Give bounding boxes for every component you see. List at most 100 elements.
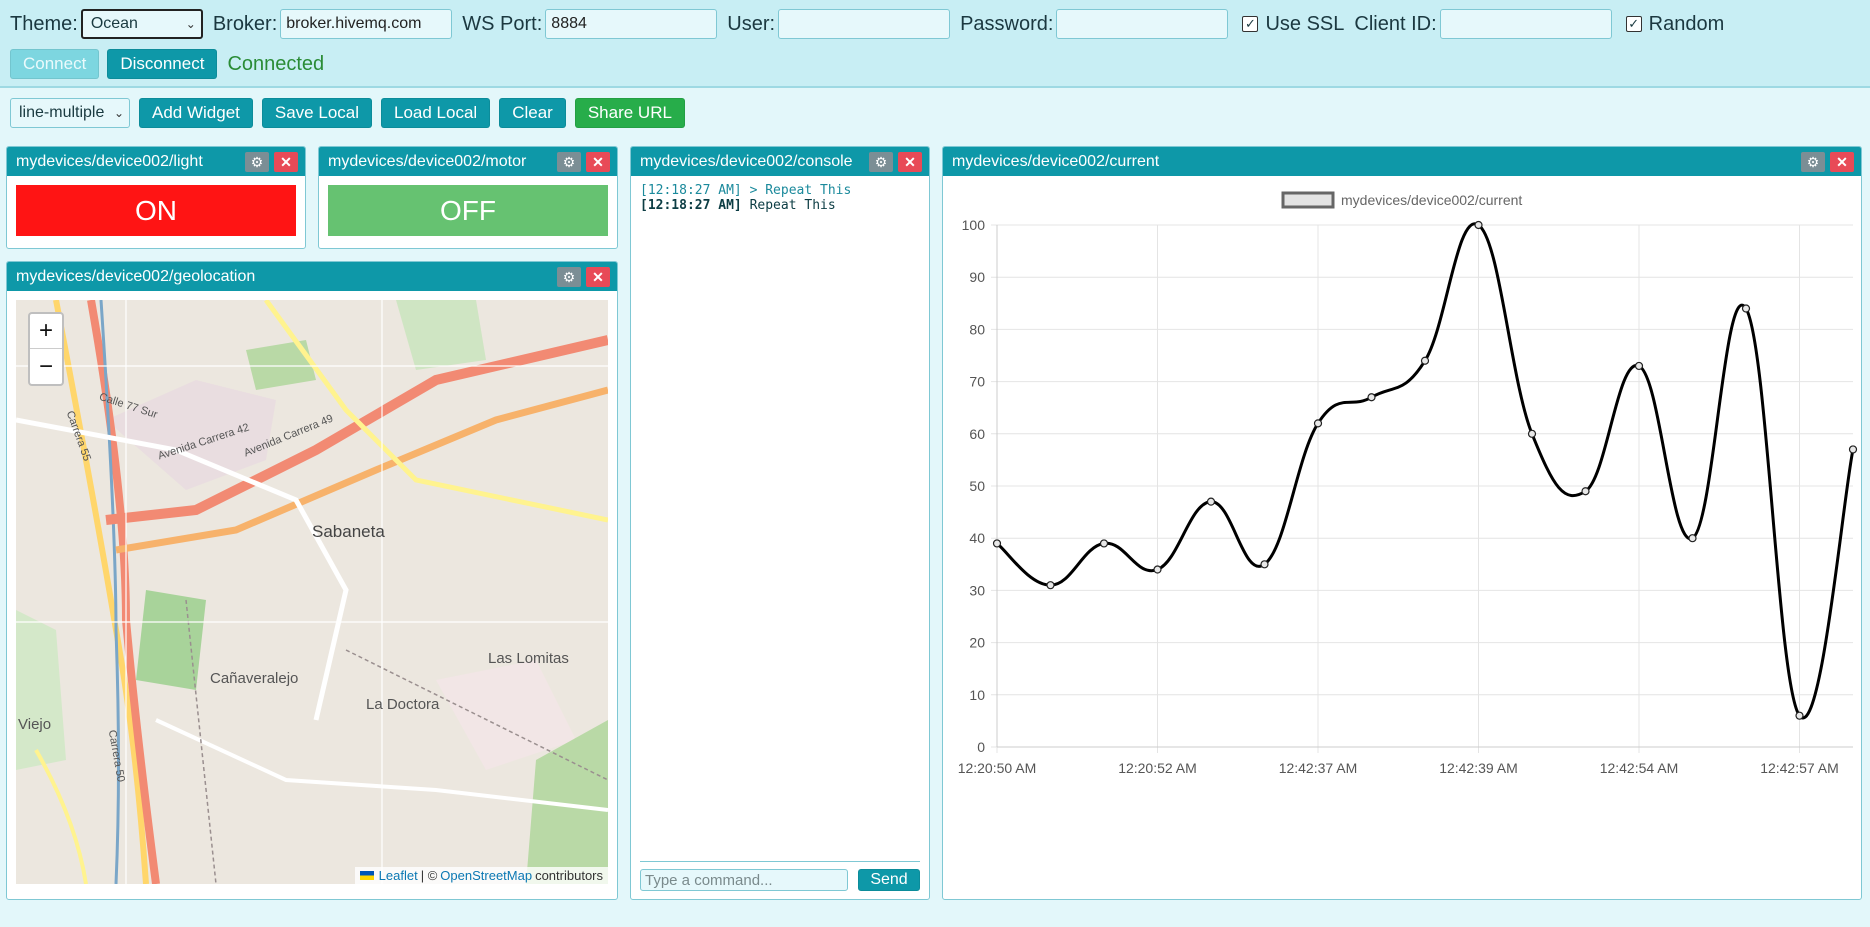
light-widget: mydevices/device002/light ⚙ ✕ ON — [6, 146, 306, 249]
console-line-time: [12:18:27 AM] — [640, 198, 742, 213]
disconnect-button[interactable]: Disconnect — [107, 49, 218, 79]
console-line: [12:18:27 AM] > Repeat This — [640, 183, 920, 198]
light-toggle-button[interactable]: ON — [16, 185, 296, 236]
random-checkbox[interactable]: ✓ — [1625, 16, 1642, 32]
map-zoom-control: + − — [28, 312, 64, 386]
gear-icon[interactable]: ⚙ — [245, 152, 269, 172]
close-icon[interactable]: ✕ — [274, 152, 298, 172]
y-tick-label: 80 — [969, 321, 985, 337]
broker-label: Broker: — [212, 12, 278, 35]
map-tiles — [16, 300, 608, 884]
ws-port-label: WS Port: — [462, 12, 543, 35]
y-tick-label: 70 — [969, 374, 985, 390]
console-line: [12:18:27 AM] Repeat This — [640, 198, 920, 213]
console-widget-header: mydevices/device002/console ⚙ ✕ — [631, 147, 929, 176]
data-point — [1741, 304, 1751, 313]
use-ssl-label: Use SSL — [1265, 12, 1345, 35]
map-label-canaveralejo: Cañaveralejo — [210, 670, 299, 687]
console-divider — [640, 861, 920, 862]
motor-widget-actions: ⚙ ✕ — [557, 152, 610, 172]
attribution-contributors: contributors — [535, 868, 603, 883]
client-id-input[interactable] — [1439, 9, 1612, 39]
data-point — [1527, 429, 1537, 438]
y-tick-label: 50 — [969, 478, 985, 494]
close-icon[interactable]: ✕ — [1830, 152, 1854, 172]
legend-label: mydevices/device002/current — [1341, 192, 1522, 208]
data-point — [1313, 419, 1323, 428]
map-attribution: Leaflet | © OpenStreetMap contributors — [354, 867, 608, 884]
current-widget-title: mydevices/device002/current — [952, 152, 1160, 170]
data-point — [992, 539, 1002, 548]
line-chart: 0 10 20 30 40 50 60 70 80 90 100 12:20:50 AM 12:20:5… — [958, 191, 1858, 776]
map-label-viejo: Viejo — [18, 716, 52, 733]
geolocation-widget-actions: ⚙ ✕ — [557, 267, 610, 287]
map-label-las-lomitas: Las Lomitas — [488, 650, 569, 667]
send-button[interactable]: Send — [858, 869, 920, 891]
console-log: [12:18:27 AM] > Repeat This [12:18:27 AM… — [640, 183, 920, 213]
series-line — [996, 222, 1855, 720]
connect-button[interactable]: Connect — [10, 49, 100, 79]
data-point — [1688, 534, 1697, 543]
y-tick-label: 60 — [969, 426, 985, 442]
x-tick-label: 12:20:50 AM — [958, 760, 1037, 776]
share-url-button[interactable]: Share URL — [574, 98, 685, 128]
add-widget-button[interactable]: Add Widget — [139, 98, 253, 128]
geolocation-widget-header: mydevices/device002/geolocation ⚙ ✕ — [7, 262, 617, 291]
password-input[interactable] — [1056, 9, 1229, 39]
theme-select[interactable]: Ocean ⌄ — [80, 9, 203, 39]
y-tick-label: 10 — [969, 687, 985, 703]
close-icon[interactable]: ✕ — [898, 152, 922, 172]
gear-icon[interactable]: ⚙ — [557, 152, 581, 172]
use-ssl-checkbox[interactable]: ✓ — [1242, 16, 1259, 32]
widget-type-value: line-multiple — [19, 104, 105, 121]
data-point — [1420, 356, 1430, 365]
data-point — [1206, 497, 1216, 506]
geolocation-widget-title: mydevices/device002/geolocation — [16, 267, 256, 285]
geolocation-widget: mydevices/device002/geolocation ⚙ ✕ Saba… — [6, 261, 618, 900]
connect-row: Connect Disconnect Connected — [10, 49, 324, 79]
map-label-la-doctora: La Doctora — [366, 696, 440, 713]
random-label: Random — [1648, 12, 1725, 35]
dashboard-toolbar: line-multiple ⌄ Add Widget Save Local Lo… — [10, 98, 685, 128]
clear-button[interactable]: Clear — [499, 98, 566, 128]
broker-input[interactable]: broker.hivemq.com — [280, 9, 453, 39]
console-line-text: Repeat This — [749, 198, 836, 213]
console-line-time: [12:18:27 AM] — [640, 183, 742, 198]
data-point — [1367, 393, 1376, 402]
data-point — [1099, 539, 1109, 548]
gear-icon[interactable]: ⚙ — [869, 152, 893, 172]
theme-label: Theme: — [10, 12, 78, 35]
data-point — [1046, 581, 1055, 590]
y-tick-label: 100 — [962, 217, 986, 233]
gear-icon[interactable]: ⚙ — [557, 267, 581, 287]
zoom-out-button[interactable]: − — [30, 349, 62, 384]
leaflet-link[interactable]: Leaflet — [379, 868, 418, 883]
openstreetmap-link[interactable]: OpenStreetMap — [440, 868, 532, 883]
motor-widget: mydevices/device002/motor ⚙ ✕ OFF — [318, 146, 618, 249]
zoom-in-button[interactable]: + — [30, 314, 62, 349]
console-widget-actions: ⚙ ✕ — [869, 152, 922, 172]
x-tick-label: 12:42:37 AM — [1279, 760, 1358, 776]
x-tick-label: 12:42:39 AM — [1439, 760, 1518, 776]
data-point — [1260, 560, 1269, 569]
load-local-button[interactable]: Load Local — [381, 98, 491, 128]
user-input[interactable] — [778, 9, 951, 39]
y-tick-label: 30 — [969, 582, 985, 598]
close-icon[interactable]: ✕ — [586, 267, 610, 287]
motor-toggle-button[interactable]: OFF — [328, 185, 608, 236]
current-chart-widget: mydevices/device002/current ⚙ ✕ 0 10 20 30 4… — [942, 146, 1862, 900]
close-icon[interactable]: ✕ — [586, 152, 610, 172]
connection-status: Connected — [227, 52, 325, 75]
save-local-button[interactable]: Save Local — [261, 98, 373, 128]
command-input[interactable]: Type a command... — [640, 869, 848, 891]
data-point — [1634, 361, 1644, 371]
password-label: Password: — [960, 12, 1054, 35]
console-widget-title: mydevices/device002/console — [640, 152, 853, 170]
gear-icon[interactable]: ⚙ — [1801, 152, 1825, 172]
widget-type-select[interactable]: line-multiple ⌄ — [10, 98, 130, 128]
map-view[interactable]: Sabaneta Las Lomitas Cañaveralejo La Doc… — [16, 300, 608, 884]
ws-port-input[interactable]: 8884 — [545, 9, 718, 39]
y-tick-label: 40 — [969, 530, 985, 546]
current-widget-actions: ⚙ ✕ — [1801, 152, 1854, 172]
light-widget-actions: ⚙ ✕ — [245, 152, 298, 172]
